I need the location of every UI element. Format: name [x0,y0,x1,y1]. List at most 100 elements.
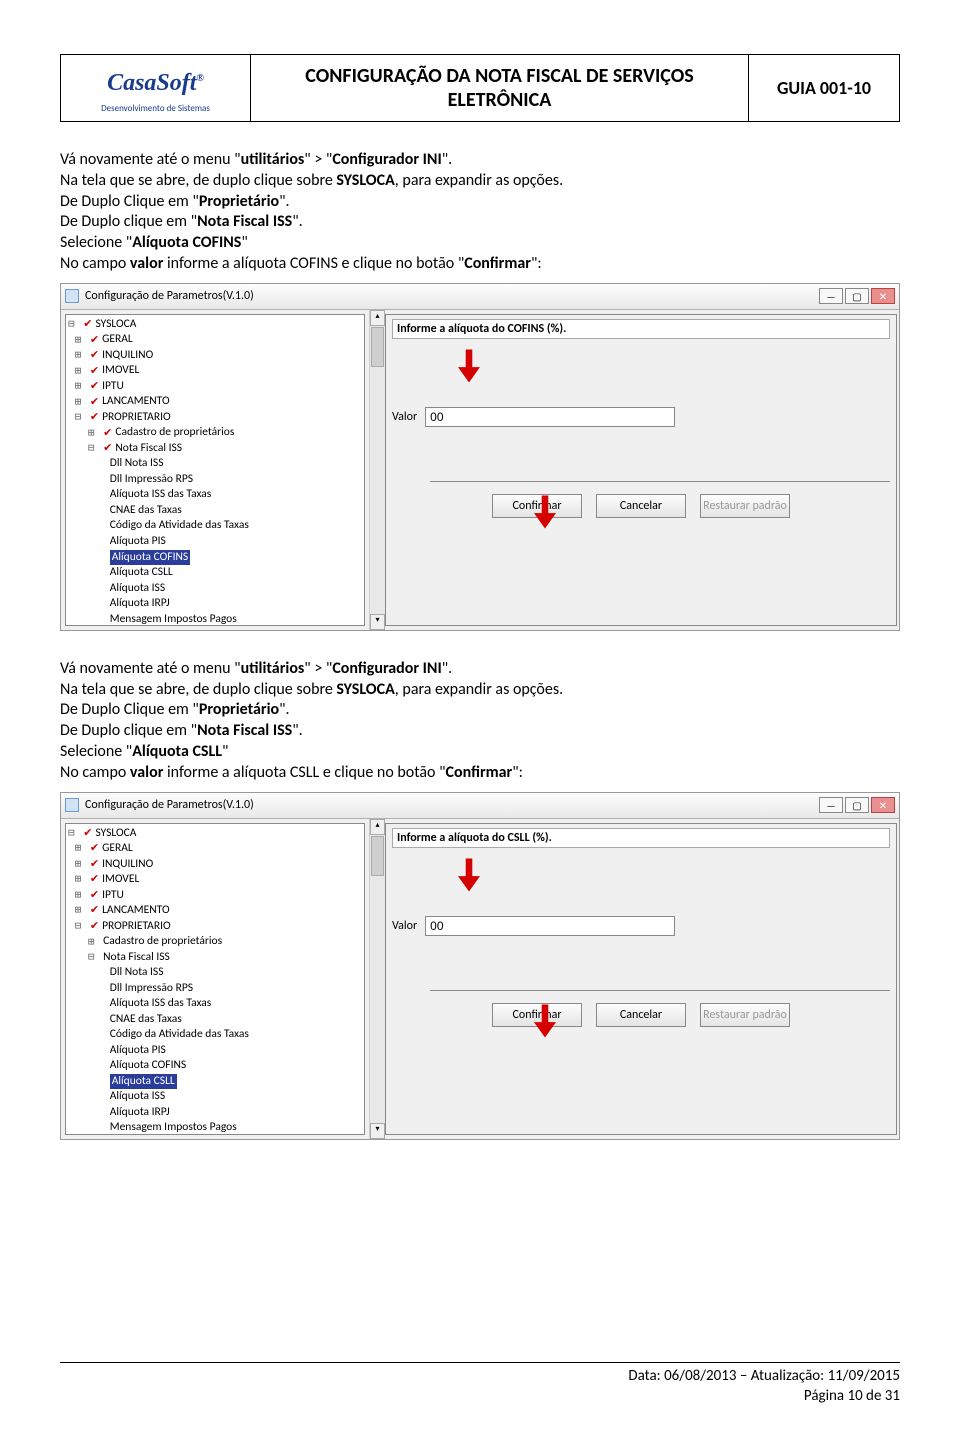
tree-item-label: PROPRIETARIO [102,919,171,935]
tree-item[interactable]: Alíquota ISS [66,581,364,597]
arrow-icon [534,1004,556,1038]
tree-item-label: Alíquota ISS das Taxas [110,996,212,1012]
tree-item-label: GERAL [102,841,133,857]
valor-label: Valor [392,410,417,424]
tree-item[interactable]: ⊞ ✔IPTU [66,888,364,904]
tree-item[interactable]: ⊞ ✔IMOVEL [66,363,364,379]
tree-item-label: Alíquota PIS [110,534,166,550]
tree-item[interactable]: Dll Nota ISS [66,456,364,472]
tree-item[interactable]: ⊞ ✔INQUILINO [66,857,364,873]
detail-panel: Informe a alíquota do COFINS (%). Valor … [385,314,897,626]
app-icon [65,289,79,303]
panel-title: Informe a alíquota do CSLL (%). [392,828,890,848]
scroll-thumb[interactable] [371,836,384,876]
minimize-button[interactable]: — [819,797,843,813]
cancelar-button[interactable]: Cancelar [596,494,686,518]
tree-item-label: Código da Atividade das Taxas [110,518,249,534]
tree-item[interactable]: Alíquota CSLL [66,1074,364,1090]
scroll-up-icon[interactable]: ▴ [370,310,385,326]
tree-item-label: Mensagem Impostos Pagos [110,612,237,626]
logo-icon: CasaSoft® [76,63,236,105]
document-header: CasaSoft® Desenvolvimento de Sistemas CO… [60,54,900,122]
maximize-button[interactable]: ▢ [845,288,869,304]
tree-view[interactable]: ⊟ ✔SYSLOCA ⊞ ✔GERAL ⊞ ✔INQUILINO ⊞ ✔IMOV… [65,823,365,1135]
tree-item-label: IPTU [102,379,124,395]
valor-input[interactable] [425,916,675,936]
tree-item-label: IMOVEL [102,872,139,888]
tree-item[interactable]: Código da Atividade das Taxas [66,518,364,534]
tree-item[interactable]: Código da Atividade das Taxas [66,1027,364,1043]
restaurar-button[interactable]: Restaurar padrão [700,494,790,518]
tree-item[interactable]: ⊟ ✔Nota Fiscal ISS [66,441,364,457]
tree-item[interactable]: Dll Impressão RPS [66,981,364,997]
guide-code: GUIA 001-10 [749,55,899,121]
tree-item[interactable]: ⊞ ✔GERAL [66,841,364,857]
tree-item[interactable]: Alíquota PIS [66,1043,364,1059]
close-button[interactable]: ✕ [871,797,895,813]
cancelar-button[interactable]: Cancelar [596,1003,686,1027]
tree-item[interactable]: Alíquota CSLL [66,565,364,581]
check-icon: ✔ [90,841,99,856]
close-button[interactable]: ✕ [871,288,895,304]
tree-item[interactable]: ⊞ ✔LANCAMENTO [66,903,364,919]
tree-item-label: Alíquota CSLL [110,565,173,581]
tree-item[interactable]: Alíquota ISS das Taxas [66,996,364,1012]
tree-item-label: SYSLOCA [95,826,136,842]
check-icon: ✔ [90,348,99,363]
tree-item[interactable]: ⊟ Nota Fiscal ISS [66,950,364,966]
tree-item-label: LANCAMENTO [102,903,169,919]
tree-scrollbar[interactable]: ▴ ▾ [369,819,385,1139]
check-icon: ✔ [83,826,92,841]
tree-item-label: Alíquota PIS [110,1043,166,1059]
tree-item[interactable]: ⊟ ✔SYSLOCA [66,826,364,842]
scroll-down-icon[interactable]: ▾ [370,614,385,630]
tree-item-label: PROPRIETARIO [102,410,171,426]
tree-item[interactable]: ⊞ ✔IMOVEL [66,872,364,888]
maximize-button[interactable]: ▢ [845,797,869,813]
tree-item[interactable]: ⊞ ✔LANCAMENTO [66,394,364,410]
tree-item[interactable]: Mensagem Impostos Pagos [66,612,364,626]
tree-item[interactable]: Alíquota PIS [66,534,364,550]
tree-item[interactable]: CNAE das Taxas [66,1012,364,1028]
minimize-button[interactable]: — [819,288,843,304]
tree-item[interactable]: Mensagem Impostos Pagos [66,1120,364,1134]
tree-item[interactable]: ⊞ ✔GERAL [66,332,364,348]
check-icon: ✔ [90,857,99,872]
scroll-down-icon[interactable]: ▾ [370,1123,385,1139]
tree-item[interactable]: Alíquota IRPJ [66,1105,364,1121]
arrow-icon [534,495,556,529]
tree-item-label: Nota Fiscal ISS [103,950,170,966]
arrow-icon [458,349,480,383]
tree-item-label: Alíquota COFINS [110,1058,186,1074]
tree-view[interactable]: ⊟ ✔SYSLOCA ⊞ ✔GERAL ⊞ ✔INQUILINO ⊞ ✔IMOV… [65,314,365,626]
valor-input[interactable] [425,407,675,427]
scroll-thumb[interactable] [371,327,384,367]
tree-item-label: Nota Fiscal ISS [115,441,182,457]
footer-date: Data: 06/08/2013 – Atualização: 11/09/20… [60,1367,900,1387]
tree-item-label: Alíquota IRPJ [110,1105,170,1121]
tree-item[interactable]: Alíquota ISS das Taxas [66,487,364,503]
tree-item[interactable]: Alíquota IRPJ [66,596,364,612]
tree-item[interactable]: ⊟ ✔PROPRIETARIO [66,919,364,935]
arrow-icon [458,858,480,892]
scroll-up-icon[interactable]: ▴ [370,819,385,835]
tree-item[interactable]: Alíquota ISS [66,1089,364,1105]
tree-item-label: Alíquota COFINS [110,550,190,566]
tree-item[interactable]: ⊞ ✔IPTU [66,379,364,395]
tree-item[interactable]: Alíquota COFINS [66,550,364,566]
tree-item[interactable]: ⊞ ✔INQUILINO [66,348,364,364]
tree-item[interactable]: CNAE das Taxas [66,503,364,519]
tree-item[interactable]: Dll Impressão RPS [66,472,364,488]
tree-scrollbar[interactable]: ▴ ▾ [369,310,385,630]
tree-item-label: Código da Atividade das Taxas [110,1027,249,1043]
tree-item-label: CNAE das Taxas [110,1012,182,1028]
tree-item-label: Dll Impressão RPS [110,981,193,997]
restaurar-button[interactable]: Restaurar padrão [700,1003,790,1027]
tree-item[interactable]: ⊟ ✔PROPRIETARIO [66,410,364,426]
page-title: CONFIGURAÇÃO DA NOTA FISCAL DE SERVIÇOS … [251,55,749,121]
tree-item[interactable]: Alíquota COFINS [66,1058,364,1074]
tree-item[interactable]: Dll Nota ISS [66,965,364,981]
tree-item[interactable]: ⊞ Cadastro de proprietários [66,934,364,950]
tree-item[interactable]: ⊟ ✔SYSLOCA [66,317,364,333]
tree-item[interactable]: ⊞ ✔Cadastro de proprietários [66,425,364,441]
